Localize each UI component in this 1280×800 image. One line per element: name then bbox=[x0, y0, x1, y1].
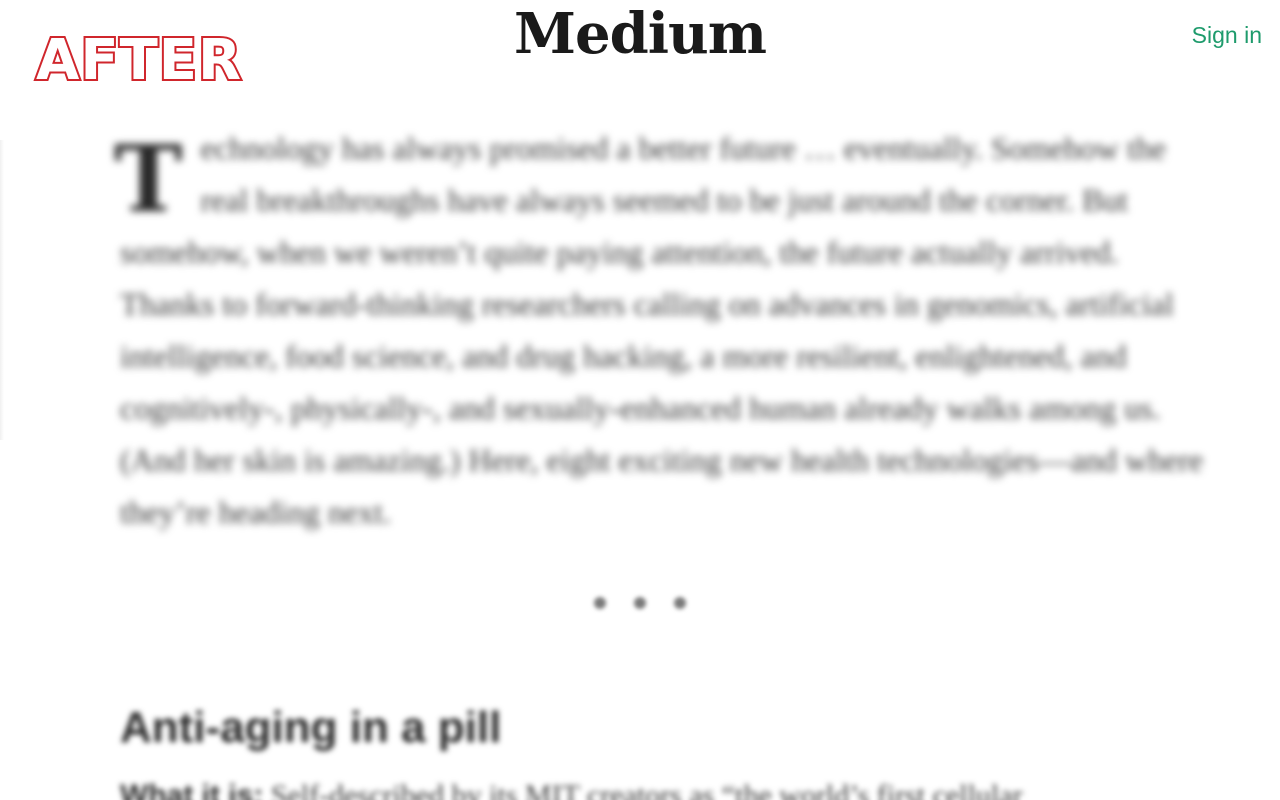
section-heading: Anti-aging in a pill bbox=[120, 703, 502, 752]
divider-dot bbox=[674, 597, 686, 609]
publication-logo[interactable]: AFTER bbox=[34, 31, 243, 91]
sign-in-link[interactable]: Sign in bbox=[1192, 20, 1262, 50]
next-paragraph-lead-in: What it is: bbox=[120, 779, 264, 800]
section-divider bbox=[0, 596, 1280, 614]
drop-cap: T bbox=[114, 125, 183, 233]
divider-dot bbox=[634, 597, 646, 609]
intro-paragraph: Technology has always promised a better … bbox=[114, 120, 1210, 538]
medium-logo[interactable]: Medium bbox=[514, 1, 767, 67]
article-body: Technology has always promised a better … bbox=[114, 120, 1210, 538]
left-edge-shadow bbox=[0, 140, 4, 440]
divider-dot bbox=[594, 597, 606, 609]
next-paragraph: What it is: Self-described by its MIT cr… bbox=[120, 772, 1210, 800]
intro-paragraph-text: echnology has always promised a better f… bbox=[120, 130, 1204, 530]
top-navigation-bar: AFTER Medium Sign in bbox=[0, 0, 1280, 100]
next-paragraph-text: Self-described by its MIT creators as “t… bbox=[263, 779, 1023, 800]
